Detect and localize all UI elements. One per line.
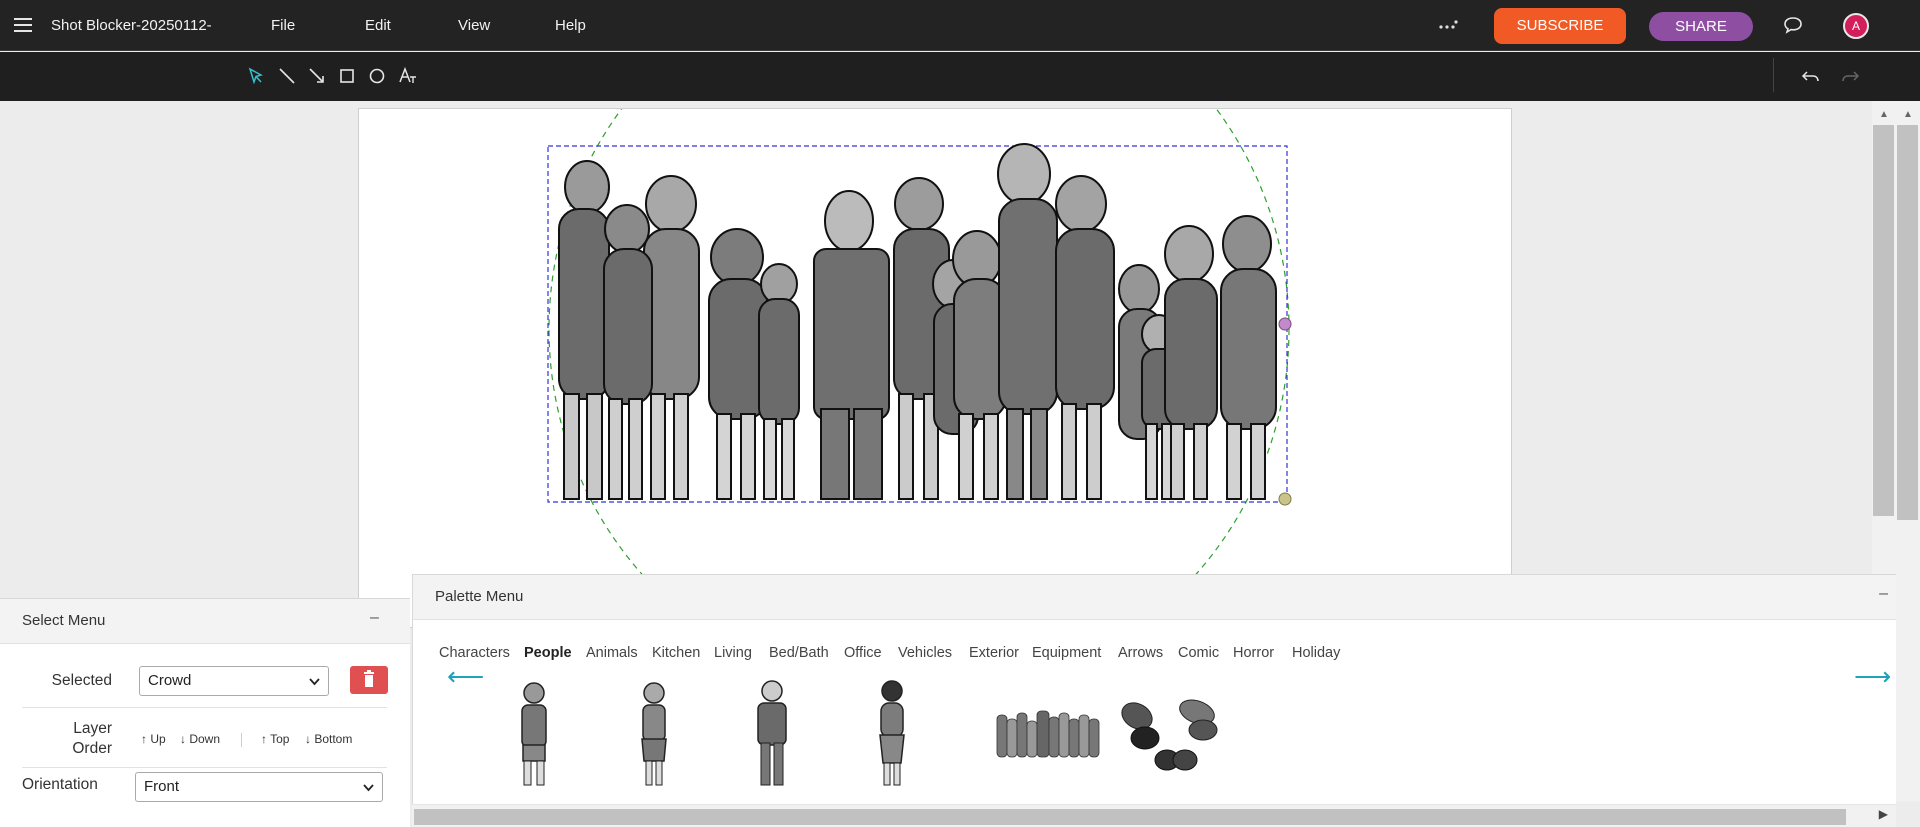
category-people[interactable]: People — [524, 645, 572, 661]
layer-order-label-line1: Layer — [73, 720, 112, 737]
orientation-label: Orientation — [22, 776, 98, 793]
palette-horizontal-scrollbar[interactable]: ▶ — [412, 804, 1896, 827]
select-menu-header: Select Menu – — [0, 599, 410, 644]
select-menu-title: Select Menu — [22, 612, 106, 629]
category-equipment[interactable]: Equipment — [1032, 645, 1101, 661]
orientation-dropdown[interactable]: Front — [135, 772, 383, 802]
resize-handle — [1278, 492, 1292, 506]
more-options-icon[interactable] — [1438, 18, 1460, 32]
scrollbar-thumb[interactable] — [414, 809, 1846, 825]
scrollbar-thumb[interactable] — [1897, 125, 1918, 520]
scroll-up-icon[interactable]: ▲ — [1903, 109, 1913, 120]
layer-up-button[interactable]: ↑ Up — [141, 732, 166, 746]
palette-title: Palette Menu — [435, 588, 524, 605]
shot-stage[interactable] — [358, 108, 1512, 628]
category-holiday[interactable]: Holiday — [1292, 645, 1340, 661]
boy-figure-thumbnail[interactable] — [514, 679, 554, 789]
top-bar: Shot Blocker-20250112- File Edit View He… — [0, 0, 1920, 51]
undo-icon[interactable] — [1801, 66, 1821, 86]
menu-edit[interactable]: Edit — [365, 17, 391, 34]
crowd-figure-thumbnail[interactable] — [995, 707, 1101, 761]
chevron-down-icon — [363, 784, 374, 792]
rotate-handle — [1278, 317, 1292, 331]
layer-top-button[interactable]: ↑ Top — [261, 732, 289, 746]
man-figure-thumbnail[interactable] — [752, 679, 792, 789]
scroll-up-icon[interactable]: ▲ — [1879, 109, 1889, 120]
circle-icon[interactable] — [367, 66, 387, 86]
category-comic[interactable]: Comic — [1178, 645, 1219, 661]
scroll-right-icon[interactable]: ▶ — [1879, 807, 1888, 821]
palette-next-icon[interactable]: ⟶ — [1854, 661, 1891, 692]
crowd-top-view-thumbnail[interactable] — [1117, 696, 1227, 774]
comment-icon[interactable] — [1783, 16, 1803, 34]
delete-button[interactable] — [350, 666, 388, 694]
toolbar-divider — [1773, 58, 1774, 92]
redo-icon[interactable] — [1840, 66, 1860, 86]
selected-dropdown[interactable]: Crowd — [139, 666, 329, 696]
line-icon[interactable] — [277, 66, 297, 86]
category-characters[interactable]: Characters — [439, 645, 510, 661]
arrow-icon[interactable] — [307, 66, 327, 86]
category-kitchen[interactable]: Kitchen — [652, 645, 700, 661]
select-icon[interactable] — [246, 66, 266, 86]
divider — [22, 767, 387, 768]
document-title[interactable]: Shot Blocker-20250112- — [51, 17, 221, 34]
category-vehicles[interactable]: Vehicles — [898, 645, 952, 661]
layer-order-label-line2: Order — [72, 740, 112, 757]
category-horror[interactable]: Horror — [1233, 645, 1274, 661]
rectangle-icon[interactable] — [337, 66, 357, 86]
selected-label: Selected — [51, 672, 112, 689]
crowd-figures — [558, 143, 1277, 500]
hamburger-menu-icon[interactable] — [14, 18, 32, 32]
canvas-vertical-scrollbar[interactable]: ▲ — [1896, 101, 1920, 801]
share-button[interactable]: SHARE — [1649, 12, 1753, 41]
chevron-down-icon — [309, 678, 320, 686]
selected-value: Crowd — [148, 672, 192, 689]
user-avatar[interactable]: A — [1843, 13, 1869, 39]
select-menu-minimize-button[interactable]: – — [370, 609, 379, 627]
category-arrows[interactable]: Arrows — [1118, 645, 1163, 661]
orientation-value: Front — [144, 778, 180, 795]
girl-figure-thumbnail[interactable] — [634, 679, 674, 789]
subscribe-button[interactable]: SUBSCRIBE — [1494, 8, 1626, 44]
text-icon[interactable] — [398, 66, 418, 86]
select-menu: Select Menu – Selected Crowd Layer Order… — [0, 598, 410, 827]
crowd-object[interactable] — [359, 109, 1513, 579]
palette-minimize-button[interactable]: – — [1879, 585, 1888, 603]
category-bed-bath[interactable]: Bed/Bath — [769, 645, 829, 661]
divider — [22, 707, 387, 708]
layer-down-button[interactable]: ↓ Down — [180, 732, 220, 746]
category-living[interactable]: Living — [714, 645, 752, 661]
menu-view[interactable]: View — [458, 17, 490, 34]
layer-bottom-button[interactable]: ↓ Bottom — [305, 732, 352, 746]
layer-order-divider — [241, 733, 242, 747]
category-animals[interactable]: Animals — [586, 645, 638, 661]
scrollbar-thumb[interactable] — [1873, 125, 1894, 516]
woman-figure-thumbnail[interactable] — [872, 679, 912, 789]
menu-help[interactable]: Help — [555, 17, 586, 34]
category-office[interactable]: Office — [844, 645, 882, 661]
category-exterior[interactable]: Exterior — [969, 645, 1019, 661]
palette-prev-icon[interactable]: ⟵ — [447, 661, 484, 692]
palette-header: Palette Menu – — [413, 575, 1896, 620]
drawing-toolbar — [0, 52, 1920, 101]
palette-menu: Palette Menu – Characters People Animals… — [412, 574, 1896, 827]
menu-file[interactable]: File — [271, 17, 295, 34]
trash-icon — [364, 670, 374, 687]
